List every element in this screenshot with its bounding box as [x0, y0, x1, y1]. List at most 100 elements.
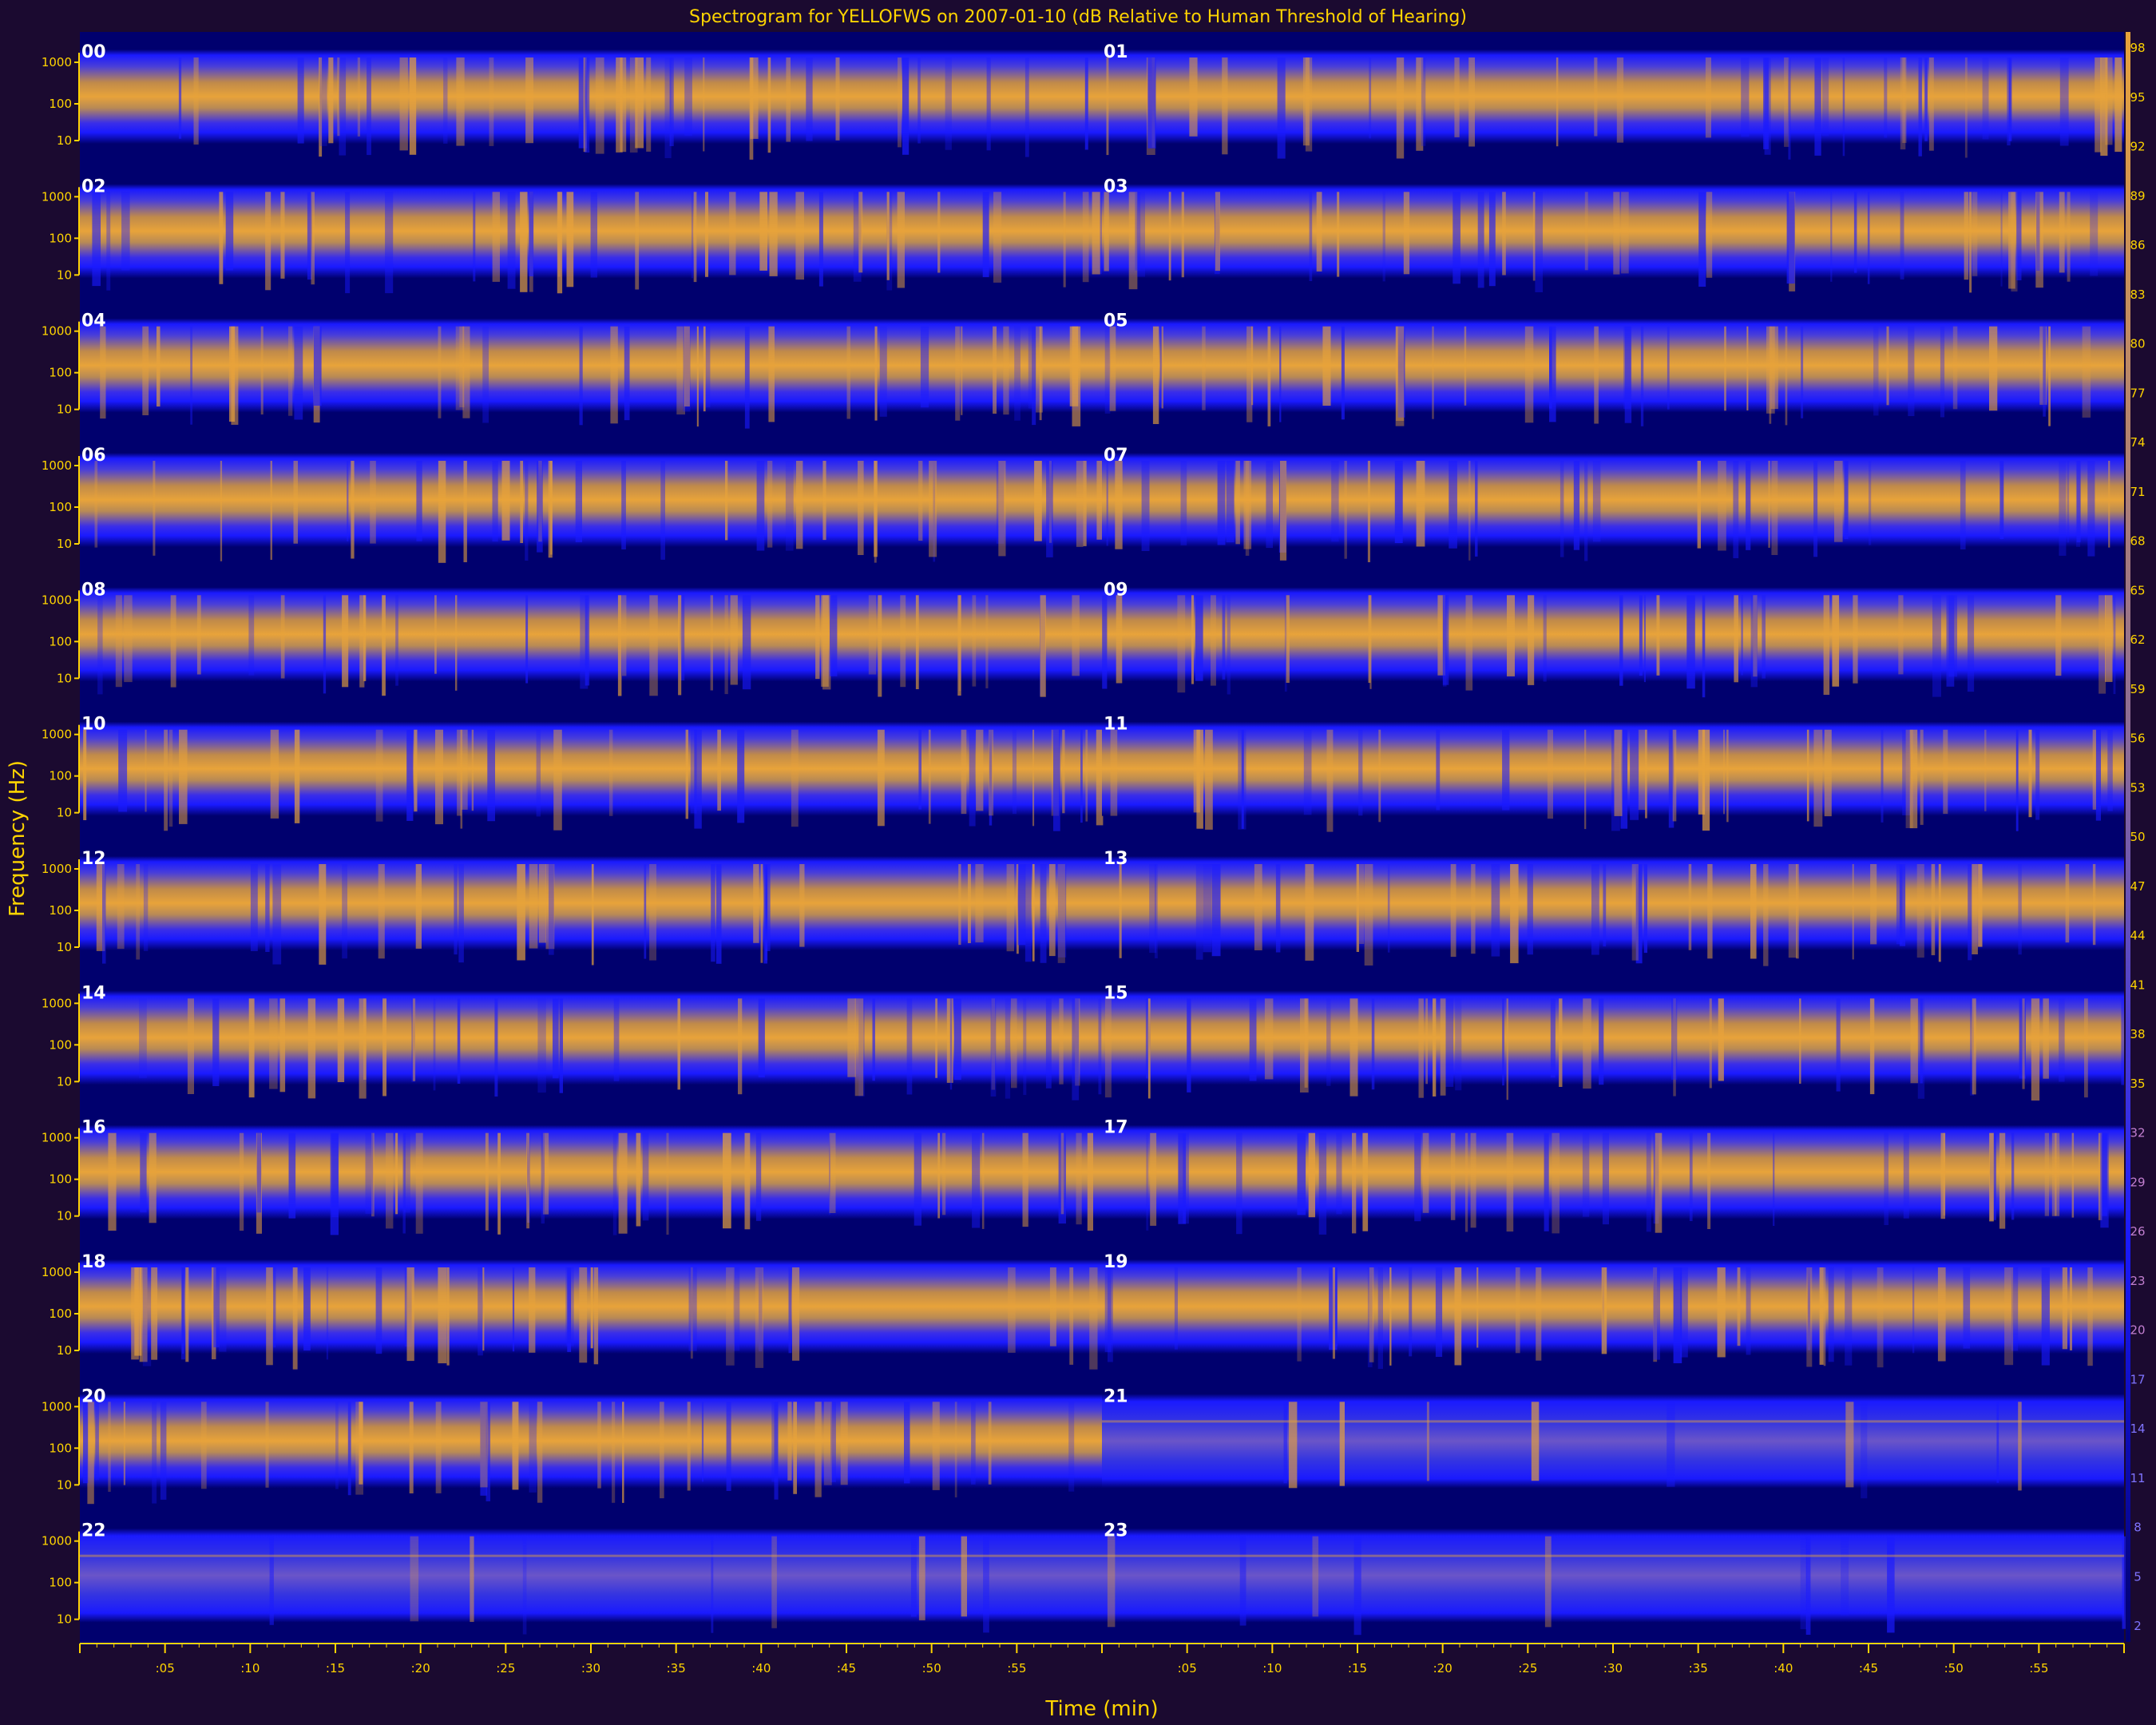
- spectrogram-streak: [347, 1402, 351, 1496]
- spectrogram-streak: [906, 998, 913, 1095]
- spectrogram-streak: [288, 1132, 296, 1219]
- spectrogram-streak: [1005, 998, 1011, 1099]
- spectrogram-streak: [473, 192, 476, 282]
- colorbar-tick-label: 41: [2130, 978, 2145, 992]
- spectrogram-streak: [1202, 326, 1206, 410]
- spectrogram-streak: [730, 595, 738, 685]
- y-tick-label: 1000: [42, 996, 72, 1010]
- spectrogram-streak: [990, 998, 997, 1096]
- spectrogram-streak: [2015, 729, 2019, 831]
- spectrogram-band: [1102, 1124, 2124, 1219]
- spectrogram-streak: [179, 729, 188, 824]
- spectrogram-streak: [1422, 1132, 1429, 1213]
- spectrogram-streak: [1999, 461, 2004, 540]
- colorbar-tick-label: 29: [2130, 1175, 2145, 1189]
- spectrogram-row: 22 23: [80, 1521, 2127, 1636]
- hour-label: 22: [81, 1521, 106, 1541]
- spectrogram-streak: [382, 595, 386, 696]
- spectrogram-streak: [190, 326, 192, 425]
- spectrogram-band: [1102, 1259, 2124, 1354]
- spectrogram-streak: [1502, 729, 1510, 811]
- spectrogram-streak: [2082, 326, 2091, 418]
- spectrogram-streak: [435, 1402, 442, 1493]
- x-tick-label: :30: [1603, 1661, 1623, 1675]
- hour-label: 18: [81, 1252, 106, 1272]
- spectrogram-streak: [1972, 864, 1978, 954]
- spectrogram-streak: [1471, 864, 1476, 954]
- spectrogram-streak: [874, 326, 878, 421]
- spectrogram-band: [1102, 453, 2124, 547]
- spectrogram-streak: [272, 864, 282, 965]
- spectrogram-streak: [684, 58, 692, 137]
- spectrogram-streak: [2059, 192, 2065, 273]
- spectrogram-streak: [1898, 595, 1904, 675]
- x-axis-label: Time (min): [1044, 1697, 1158, 1721]
- spectrogram-streak: [478, 1267, 483, 1356]
- spectrogram-streak: [711, 864, 715, 962]
- spectrogram-streak: [482, 1267, 485, 1351]
- spectrogram-streak: [2004, 1267, 2014, 1366]
- spectrogram-chart: 1000100101000100101000100101000100101000…: [6, 7, 2146, 1721]
- spectrogram-streak: [1723, 729, 1725, 815]
- spectrogram-streak: [416, 461, 422, 541]
- spectrogram-streak: [590, 192, 597, 278]
- spectrogram-streak: [1718, 461, 1726, 551]
- y-tick-label: 100: [49, 1307, 72, 1321]
- spectrogram-streak: [1135, 192, 1141, 271]
- spectrogram-streak: [415, 1132, 423, 1234]
- spectrogram-streak: [1387, 864, 1390, 953]
- spectrogram-streak: [1887, 1536, 1895, 1633]
- spectrogram-streak: [961, 1536, 967, 1617]
- colorbar-tick-label: 56: [2130, 732, 2145, 746]
- spectrogram-streak: [2000, 192, 2003, 287]
- spectrogram-streak: [1491, 864, 1500, 957]
- spectrogram-streak: [406, 729, 414, 821]
- spectrogram-streak: [608, 729, 613, 816]
- spectrogram-streak: [791, 729, 799, 827]
- spectrogram-streak: [1984, 729, 1987, 811]
- spectrogram-streak: [1822, 58, 1829, 137]
- spectrogram-streak: [644, 864, 647, 959]
- spectrogram-streak: [1181, 192, 1184, 278]
- spectrogram-streak: [1543, 595, 1547, 682]
- spectrogram-streak: [501, 461, 510, 541]
- y-tick-label: 1000: [42, 458, 72, 473]
- spectrogram-streak: [482, 326, 489, 423]
- spectrogram-streak: [2062, 1267, 2067, 1350]
- spectrogram-streak: [961, 729, 967, 815]
- spectrogram-streak: [874, 461, 877, 563]
- spectrogram-streak: [902, 58, 910, 155]
- colorbar-tick-label: 92: [2130, 140, 2145, 154]
- spectrogram-streak: [2048, 326, 2051, 426]
- spectrogram-streak: [612, 1132, 617, 1235]
- spectrogram-streak: [168, 729, 173, 827]
- spectrogram-streak: [225, 192, 234, 271]
- spectrogram-streak: [1440, 998, 1446, 1096]
- spectrogram-streak: [1251, 326, 1254, 406]
- spectrogram-streak: [1279, 326, 1282, 422]
- spectrogram-streak: [1584, 192, 1588, 271]
- spectrogram-streak: [375, 729, 383, 822]
- spectrogram-streak: [182, 1267, 184, 1354]
- spectrogram-streak: [1502, 998, 1504, 1086]
- spectrogram-streak: [260, 326, 264, 414]
- hour-label: 12: [81, 849, 106, 869]
- spectrogram-streak: [471, 729, 474, 811]
- spectrogram-streak: [705, 192, 708, 277]
- spectrogram-streak: [1012, 729, 1017, 815]
- spectrogram-streak: [92, 192, 101, 287]
- spectrogram-streak: [1450, 1132, 1456, 1220]
- spectrogram-streak: [357, 58, 360, 137]
- hour-label: 23: [1104, 1521, 1128, 1541]
- spectrogram-streak: [961, 326, 963, 415]
- spectrogram-streak: [764, 864, 768, 961]
- spectrogram-streak: [1989, 1132, 1994, 1222]
- spectrogram-streak: [1515, 1267, 1520, 1354]
- spectrogram-streak: [1222, 58, 1228, 155]
- spectrogram-streak: [1358, 729, 1363, 816]
- spectrogram-streak: [1646, 1132, 1651, 1232]
- spectrogram-streak: [1367, 461, 1370, 562]
- spectrogram-streak: [793, 1402, 797, 1494]
- spectrogram-streak: [1435, 1267, 1443, 1357]
- spectrogram-streak: [1187, 998, 1191, 1092]
